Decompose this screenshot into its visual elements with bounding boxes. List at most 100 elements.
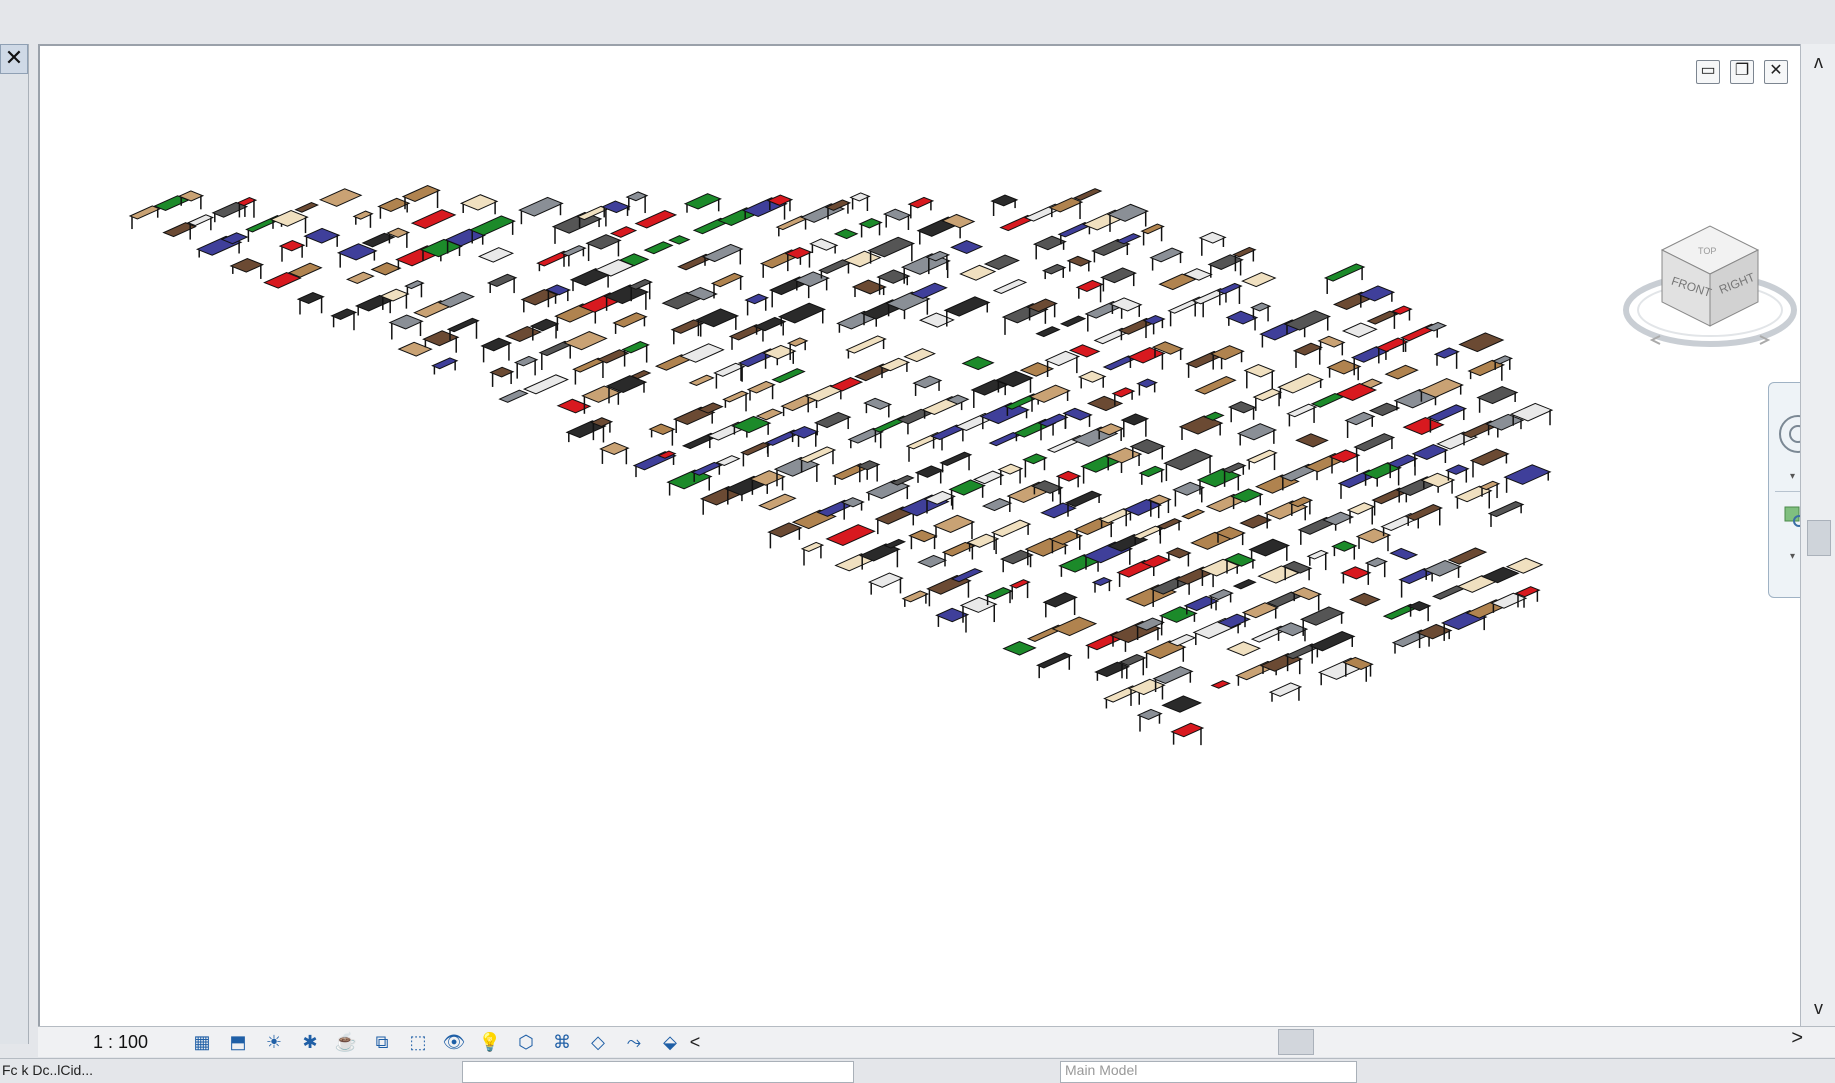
furniture-piece[interactable] xyxy=(688,374,715,387)
furniture-piece[interactable] xyxy=(867,572,904,588)
furniture-piece[interactable] xyxy=(1306,549,1329,560)
furniture-piece[interactable] xyxy=(1232,246,1257,258)
furniture-piece[interactable] xyxy=(903,348,936,363)
furniture-piece[interactable] xyxy=(683,193,722,210)
shadows-icon[interactable]: ✱ xyxy=(296,1030,324,1054)
furniture-piece[interactable] xyxy=(1427,404,1468,422)
furniture-piece[interactable] xyxy=(1066,255,1093,267)
furniture-piece[interactable] xyxy=(370,262,402,276)
furniture-piece[interactable] xyxy=(948,479,986,496)
furniture-piece[interactable] xyxy=(746,380,776,394)
furniture-piece[interactable] xyxy=(849,192,871,202)
steering-wheel-dropdown[interactable]: ▾ xyxy=(1790,471,1795,482)
furniture-piece[interactable] xyxy=(1059,315,1087,328)
render-icon[interactable]: ☕ xyxy=(332,1030,360,1054)
furniture-piece[interactable] xyxy=(294,202,319,213)
furniture-piece[interactable] xyxy=(1062,407,1093,421)
furniture-piece[interactable] xyxy=(318,188,363,207)
furniture-piece[interactable] xyxy=(883,538,907,549)
furniture-piece[interactable] xyxy=(1404,504,1444,521)
furniture-piece[interactable] xyxy=(1239,514,1273,529)
furniture-piece[interactable] xyxy=(599,442,630,456)
furniture-piece[interactable] xyxy=(690,461,723,476)
furniture-piece[interactable] xyxy=(932,514,976,534)
detail-level-icon[interactable]: ▦ xyxy=(188,1030,216,1054)
furniture-piece[interactable] xyxy=(1022,453,1048,465)
furniture-piece[interactable] xyxy=(867,236,916,258)
furniture-piece[interactable] xyxy=(1386,454,1419,468)
furniture-piece[interactable] xyxy=(186,214,215,227)
furniture-piece[interactable] xyxy=(480,337,513,352)
furniture-piece[interactable] xyxy=(1323,263,1366,282)
furniture-piece[interactable] xyxy=(388,314,424,330)
furniture-piece[interactable] xyxy=(1232,578,1257,590)
furniture-piece[interactable] xyxy=(1028,384,1071,403)
furniture-piece[interactable] xyxy=(1170,722,1205,738)
furniture-piece[interactable] xyxy=(1002,640,1037,656)
furniture-piece[interactable] xyxy=(1364,557,1388,568)
furniture-piece[interactable] xyxy=(710,272,744,288)
furniture-piece[interactable] xyxy=(908,529,938,543)
furniture-piece[interactable] xyxy=(1008,579,1031,589)
furniture-piece[interactable] xyxy=(701,243,744,263)
panel-close-button[interactable]: ✕ xyxy=(0,44,28,74)
vertical-scroll-thumb[interactable] xyxy=(1807,520,1831,556)
furniture-piece[interactable] xyxy=(1064,490,1103,508)
furniture-piece[interactable] xyxy=(767,522,803,538)
furniture-piece[interactable] xyxy=(1288,496,1314,508)
furniture-piece[interactable] xyxy=(943,296,991,317)
analytical-model-icon[interactable]: ◇ xyxy=(584,1030,612,1054)
viewcube-top-face[interactable]: TOP xyxy=(1698,246,1716,256)
furniture-piece[interactable] xyxy=(296,291,325,305)
furniture-piece[interactable] xyxy=(1094,661,1131,678)
scroll-right-button[interactable]: > xyxy=(1791,1027,1803,1050)
furniture-piece[interactable] xyxy=(863,397,893,410)
furniture-piece[interactable] xyxy=(744,293,770,305)
furniture-piece[interactable] xyxy=(1326,359,1362,375)
furniture-piece[interactable] xyxy=(1044,350,1081,367)
furniture-piece[interactable] xyxy=(777,302,827,324)
furniture-piece[interactable] xyxy=(1156,518,1183,530)
furniture-piece[interactable] xyxy=(917,554,948,568)
furniture-piece[interactable] xyxy=(504,326,543,343)
furniture-piece[interactable] xyxy=(612,312,648,328)
furniture-piece[interactable] xyxy=(1225,310,1259,325)
furniture-piece[interactable] xyxy=(981,498,1013,512)
furniture-piece[interactable] xyxy=(1172,481,1206,496)
furniture-piece[interactable] xyxy=(1341,322,1378,338)
furniture-piece[interactable] xyxy=(236,197,258,207)
furniture-piece[interactable] xyxy=(713,362,746,377)
temporary-view-properties-icon[interactable]: ⬡ xyxy=(512,1030,540,1054)
furniture-piece[interactable] xyxy=(809,238,839,251)
furniture-piece[interactable] xyxy=(1431,585,1466,600)
furniture-piece[interactable] xyxy=(1041,263,1067,275)
furniture-piece[interactable] xyxy=(1277,373,1324,394)
furniture-piece[interactable] xyxy=(352,210,374,220)
furniture-piece[interactable] xyxy=(621,341,650,354)
furniture-piece[interactable] xyxy=(287,262,323,278)
furniture-piece[interactable] xyxy=(912,375,943,389)
furniture-piece[interactable] xyxy=(560,245,587,257)
furniture-piece[interactable] xyxy=(1210,680,1231,689)
furniture-piece[interactable] xyxy=(1051,616,1098,637)
furniture-piece[interactable] xyxy=(1140,223,1165,235)
furniture-piece[interactable] xyxy=(959,596,998,613)
furniture-piece[interactable] xyxy=(1035,326,1061,338)
furniture-piece[interactable] xyxy=(128,205,162,220)
furniture-piece[interactable] xyxy=(1340,566,1372,580)
furniture-piece[interactable] xyxy=(668,235,691,245)
visual-style-icon[interactable]: ⬒ xyxy=(224,1030,252,1054)
temporary-hide-icon[interactable]: 👁 xyxy=(440,1030,468,1054)
furniture-piece[interactable] xyxy=(1447,547,1488,565)
furniture-piece[interactable] xyxy=(878,357,911,372)
furniture-piece[interactable] xyxy=(758,493,797,511)
furniture-piece[interactable] xyxy=(397,341,433,357)
furniture-piece[interactable] xyxy=(1346,502,1376,515)
furniture-piece[interactable] xyxy=(648,423,676,436)
furniture-piece[interactable] xyxy=(909,282,948,299)
furniture-piece[interactable] xyxy=(740,442,771,456)
furniture-piece[interactable] xyxy=(992,278,1028,295)
furniture-piece[interactable] xyxy=(1221,462,1247,474)
show-crop-region-icon[interactable]: ⬚ xyxy=(404,1030,432,1054)
furniture-piece[interactable] xyxy=(1286,403,1318,418)
